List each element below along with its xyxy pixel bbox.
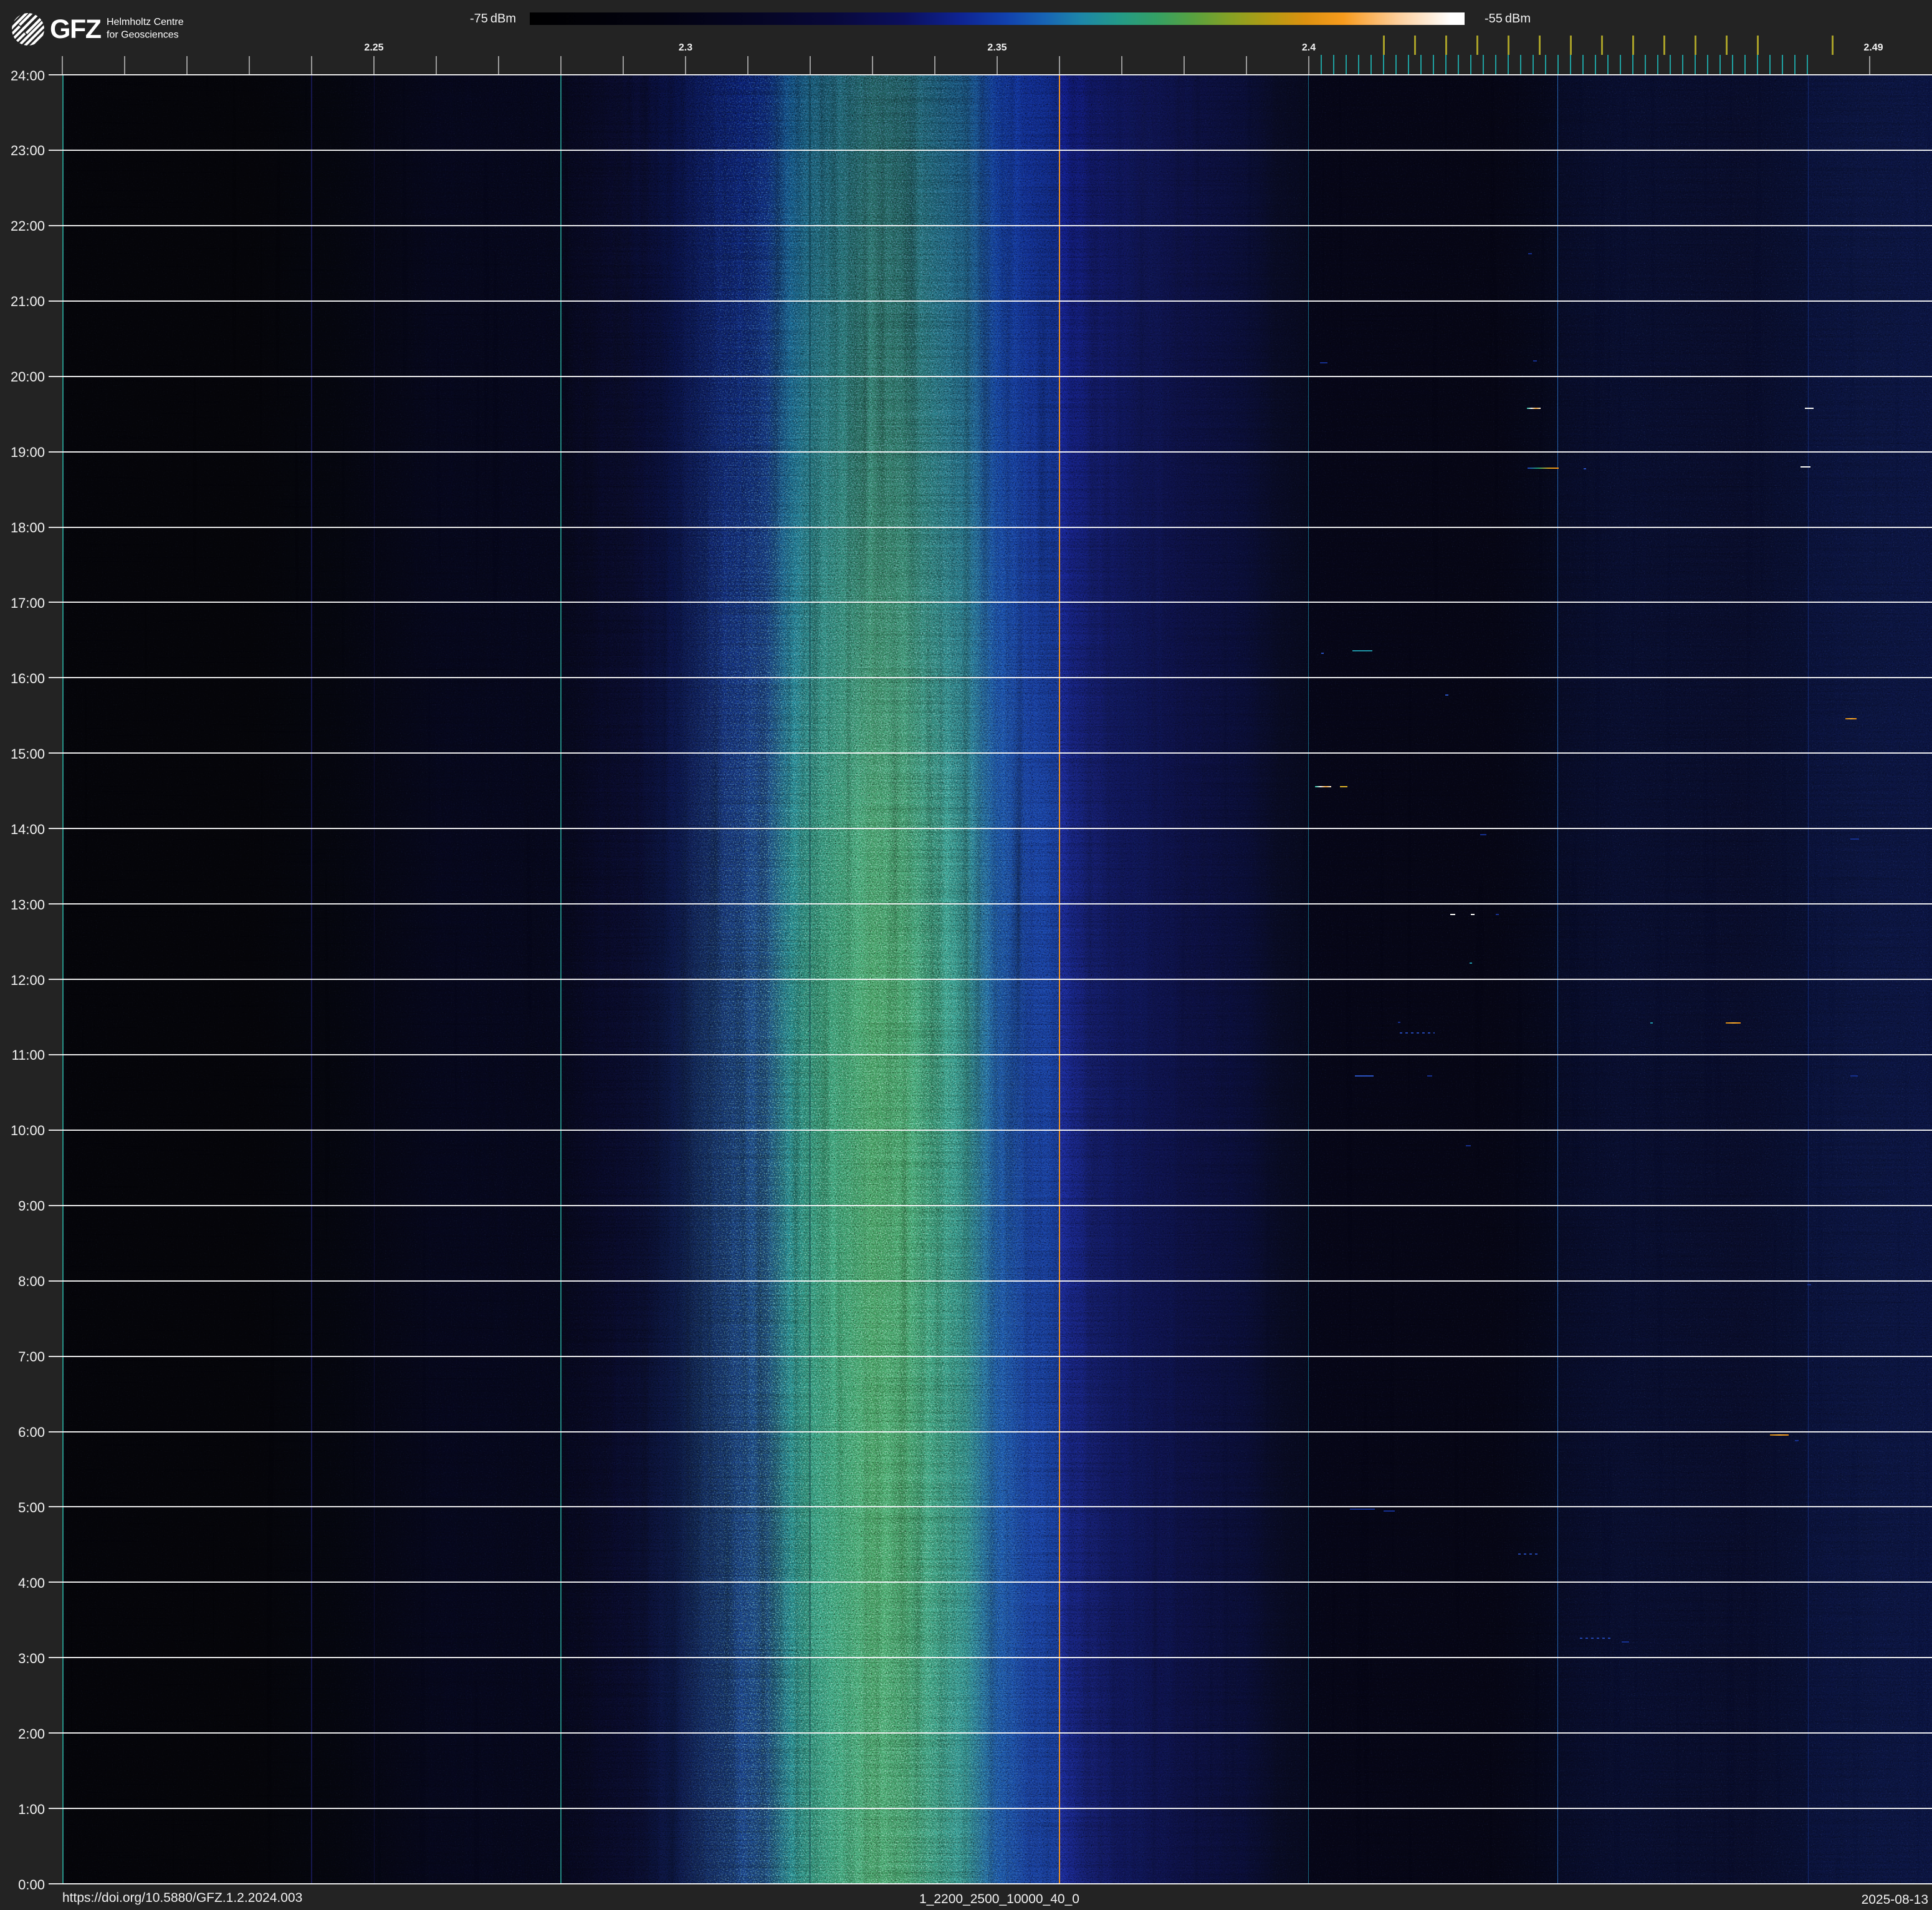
svg-text:for Geosciences: for Geosciences — [107, 30, 179, 41]
svg-text:Helmholtz Centre: Helmholtz Centre — [107, 17, 184, 27]
svg-text:GFZ: GFZ — [50, 14, 102, 44]
